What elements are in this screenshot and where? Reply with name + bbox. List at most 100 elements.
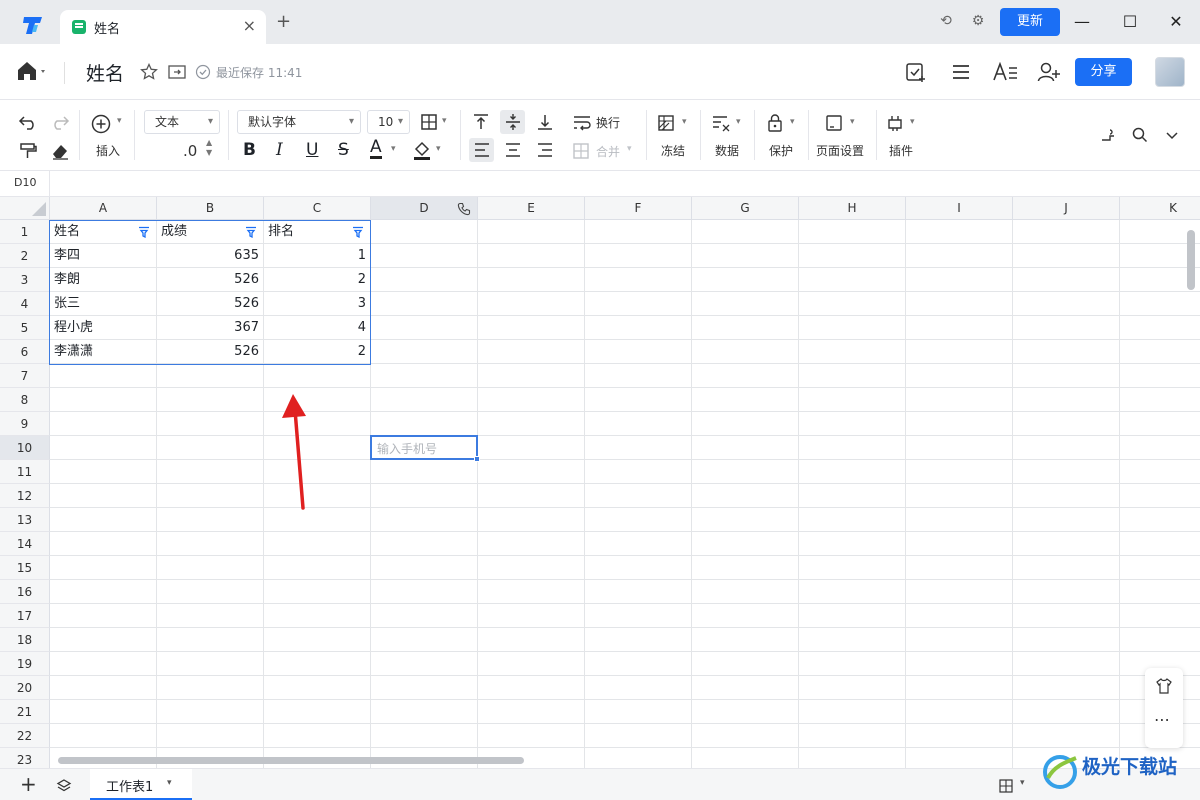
table-cell[interactable] (692, 556, 799, 580)
table-cell[interactable] (157, 532, 264, 556)
table-cell[interactable] (157, 460, 264, 484)
table-cell[interactable] (371, 604, 478, 628)
table-cell[interactable] (371, 244, 478, 268)
table-cell[interactable] (585, 268, 692, 292)
table-cell[interactable] (1013, 460, 1120, 484)
table-cell[interactable] (157, 364, 264, 388)
table-cell[interactable] (371, 628, 478, 652)
column-header[interactable]: E (478, 197, 585, 220)
plugin-label[interactable]: 插件 (889, 142, 913, 159)
table-cell[interactable] (1013, 508, 1120, 532)
table-cell[interactable] (585, 604, 692, 628)
table-cell[interactable] (50, 388, 157, 412)
table-cell[interactable] (585, 460, 692, 484)
table-cell[interactable] (1120, 580, 1200, 604)
select-all-corner[interactable] (0, 197, 50, 220)
table-cell[interactable] (799, 484, 906, 508)
row-header[interactable]: 5 (0, 316, 50, 340)
row-header[interactable]: 8 (0, 388, 50, 412)
table-cell[interactable] (50, 652, 157, 676)
table-cell[interactable] (478, 244, 585, 268)
table-cell[interactable] (478, 508, 585, 532)
table-cell[interactable] (585, 388, 692, 412)
table-cell[interactable] (1120, 412, 1200, 436)
table-cell[interactable] (692, 508, 799, 532)
row-header[interactable]: 10 (0, 436, 50, 460)
row-header[interactable]: 11 (0, 460, 50, 484)
font-color-button[interactable]: A (370, 138, 382, 159)
table-cell[interactable] (585, 652, 692, 676)
align-center-icon[interactable] (504, 141, 522, 159)
row-header[interactable]: 23 (0, 748, 50, 768)
table-cell[interactable] (692, 364, 799, 388)
table-cell[interactable] (799, 556, 906, 580)
table-cell[interactable] (157, 652, 264, 676)
table-cell[interactable] (692, 724, 799, 748)
table-cell[interactable] (585, 436, 692, 460)
doc-tab[interactable]: 姓名 × (60, 10, 266, 44)
table-cell[interactable] (585, 220, 692, 244)
column-header[interactable]: F (585, 197, 692, 220)
table-cell[interactable] (1013, 292, 1120, 316)
table-cell[interactable] (1013, 484, 1120, 508)
row-header[interactable]: 19 (0, 652, 50, 676)
column-header[interactable]: J (1013, 197, 1120, 220)
table-cell[interactable] (799, 292, 906, 316)
close-window-button[interactable]: ✕ (1164, 10, 1188, 34)
sync-icon[interactable]: ⟲ (937, 12, 955, 30)
table-cell[interactable]: 526 (157, 340, 264, 364)
align-right-icon[interactable] (536, 141, 554, 159)
table-cell[interactable] (50, 460, 157, 484)
table-cell[interactable] (585, 628, 692, 652)
table-cell[interactable] (478, 532, 585, 556)
active-cell-editor[interactable]: 输入手机号 (370, 435, 480, 462)
filter-icon[interactable] (138, 226, 150, 238)
table-cell[interactable] (906, 412, 1013, 436)
table-cell[interactable] (371, 652, 478, 676)
vertical-scrollbar[interactable] (1187, 230, 1195, 290)
table-cell[interactable] (692, 340, 799, 364)
table-cell[interactable] (371, 460, 478, 484)
align-middle-button[interactable] (500, 110, 525, 134)
table-cell[interactable]: 2 (264, 268, 371, 292)
page-setup-icon[interactable] (825, 114, 843, 132)
home-icon[interactable] (16, 60, 48, 82)
chevron-down-icon[interactable]: ▾ (391, 144, 396, 154)
table-cell[interactable] (585, 484, 692, 508)
format-brush-icon[interactable] (1099, 126, 1117, 144)
row-header[interactable]: 13 (0, 508, 50, 532)
sheet-list-layers-icon[interactable] (56, 778, 72, 794)
update-button[interactable]: 更新 (1000, 8, 1060, 36)
row-header[interactable]: 1 (0, 220, 50, 244)
row-header[interactable]: 9 (0, 412, 50, 436)
strikethrough-button[interactable]: S (338, 140, 349, 160)
table-cell[interactable] (50, 532, 157, 556)
chevron-down-icon[interactable]: ▾ (910, 117, 915, 127)
table-cell[interactable] (1013, 604, 1120, 628)
chevron-down-icon[interactable]: ▾ (442, 116, 447, 126)
table-cell[interactable] (585, 676, 692, 700)
underline-button[interactable]: U (306, 140, 318, 160)
table-cell[interactable] (157, 700, 264, 724)
table-cell[interactable] (1013, 652, 1120, 676)
row-header[interactable]: 20 (0, 676, 50, 700)
table-cell[interactable] (1120, 628, 1200, 652)
table-cell[interactable] (1120, 364, 1200, 388)
chevron-down-icon[interactable]: ▾ (167, 778, 172, 788)
table-cell[interactable] (1120, 388, 1200, 412)
table-cell[interactable] (371, 532, 478, 556)
table-cell[interactable]: 李四 (50, 244, 157, 268)
wrap-text-icon[interactable] (572, 113, 592, 131)
table-cell[interactable] (264, 652, 371, 676)
table-cell[interactable] (264, 676, 371, 700)
undo-icon[interactable] (18, 114, 38, 130)
table-cell[interactable] (157, 676, 264, 700)
table-cell[interactable] (692, 700, 799, 724)
close-tab-icon[interactable]: × (243, 16, 256, 35)
table-cell[interactable] (1013, 628, 1120, 652)
table-cell[interactable] (1013, 700, 1120, 724)
more-options-icon[interactable]: ⋯ (1154, 710, 1170, 729)
font-size-select[interactable]: 10 (367, 110, 410, 134)
table-cell[interactable] (799, 652, 906, 676)
table-cell[interactable] (1120, 292, 1200, 316)
